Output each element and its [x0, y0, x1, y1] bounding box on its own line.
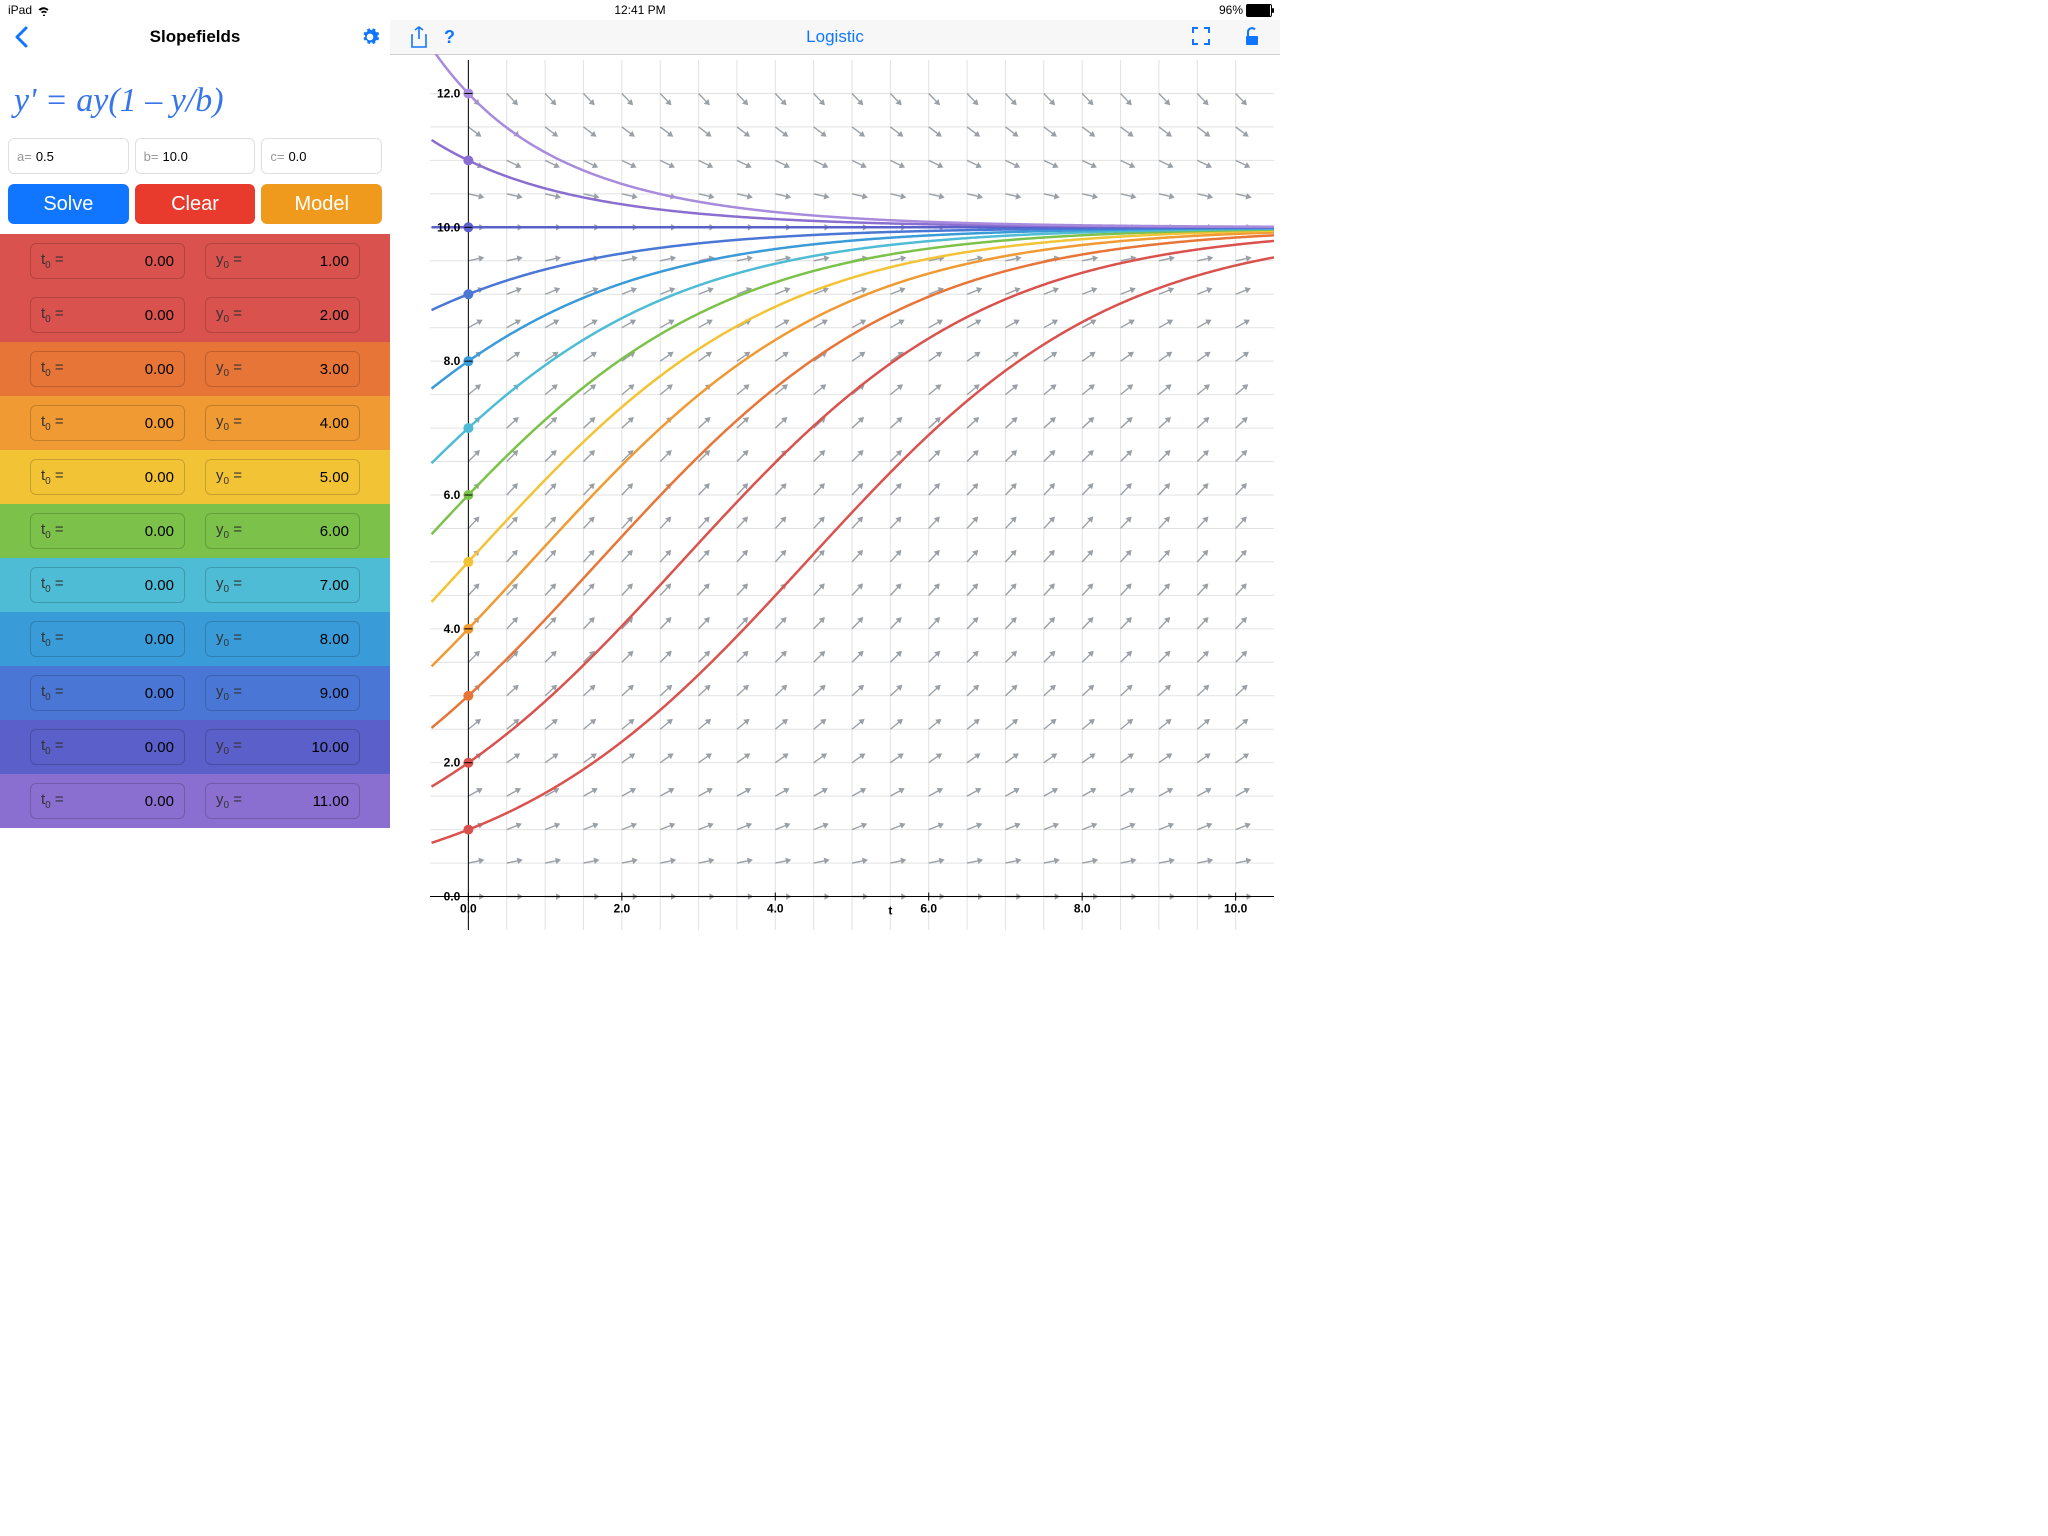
param-a[interactable]: a=0.5 [8, 138, 129, 174]
sidebar: y' = ay(1 – y/b) a=0.5 b=10.0 c=0.0 Solv… [0, 54, 390, 960]
y0-field[interactable]: y0 =11.00 [205, 783, 360, 819]
share-button[interactable] [402, 26, 436, 48]
ic-row: t0 =0.00 y0 =7.00 [0, 558, 390, 612]
svg-text:0.0: 0.0 [460, 902, 477, 916]
svg-text:12.0: 12.0 [437, 86, 461, 100]
svg-text:6.0: 6.0 [920, 902, 937, 916]
y0-field[interactable]: y0 =9.00 [205, 675, 360, 711]
t0-field[interactable]: t0 =0.00 [30, 297, 185, 333]
t0-field[interactable]: t0 =0.00 [30, 567, 185, 603]
svg-text:2.0: 2.0 [613, 902, 630, 916]
svg-text:6.0: 6.0 [444, 488, 461, 502]
page-title: Slopefields [150, 27, 241, 47]
settings-button[interactable] [360, 27, 380, 47]
y0-field[interactable]: y0 =10.00 [205, 729, 360, 765]
t0-field[interactable]: t0 =0.00 [30, 783, 185, 819]
svg-text:8.0: 8.0 [444, 354, 461, 368]
y0-field[interactable]: y0 =6.00 [205, 513, 360, 549]
t0-field[interactable]: t0 =0.00 [30, 729, 185, 765]
expand-button[interactable] [1184, 27, 1218, 47]
y0-field[interactable]: y0 =1.00 [205, 243, 360, 279]
y0-field[interactable]: y0 =3.00 [205, 351, 360, 387]
svg-text:4.0: 4.0 [444, 622, 461, 636]
ic-row: t0 =0.00 y0 =4.00 [0, 396, 390, 450]
ic-row: t0 =0.00 y0 =3.00 [0, 342, 390, 396]
svg-text:4.0: 4.0 [767, 902, 784, 916]
ic-row: t0 =0.00 y0 =6.00 [0, 504, 390, 558]
t0-field[interactable]: t0 =0.00 [30, 351, 185, 387]
t0-field[interactable]: t0 =0.00 [30, 459, 185, 495]
ic-row: t0 =0.00 y0 =9.00 [0, 666, 390, 720]
equation: y' = ay(1 – y/b) [0, 54, 390, 138]
svg-text:t: t [888, 904, 892, 918]
y0-field[interactable]: y0 =4.00 [205, 405, 360, 441]
t0-field[interactable]: t0 =0.00 [30, 243, 185, 279]
lock-button[interactable] [1236, 27, 1268, 47]
ic-row: t0 =0.00 y0 =8.00 [0, 612, 390, 666]
svg-text:10.0: 10.0 [1224, 902, 1248, 916]
ic-row: t0 =0.00 y0 =2.00 [0, 288, 390, 342]
y0-field[interactable]: y0 =2.00 [205, 297, 360, 333]
nav-bar: Slopefields ? Logistic [0, 20, 1280, 55]
param-b[interactable]: b=10.0 [135, 138, 256, 174]
help-button[interactable]: ? [436, 27, 463, 48]
ic-row: t0 =0.00 y0 =10.00 [0, 720, 390, 774]
back-button[interactable] [0, 26, 42, 48]
ic-row: t0 =0.00 y0 =11.00 [0, 774, 390, 828]
chart-title[interactable]: Logistic [806, 27, 864, 47]
battery-percent: 96% [1219, 3, 1243, 17]
ic-row: t0 =0.00 y0 =1.00 [0, 234, 390, 288]
clock: 12:41 PM [614, 3, 665, 17]
t0-field[interactable]: t0 =0.00 [30, 621, 185, 657]
svg-text:2.0: 2.0 [444, 756, 461, 770]
battery-icon [1246, 4, 1272, 17]
device-label: iPad [8, 3, 32, 17]
wifi-icon [37, 5, 51, 16]
t0-field[interactable]: t0 =0.00 [30, 405, 185, 441]
status-bar: iPad 12:41 PM 96% [0, 0, 1280, 20]
svg-text:10.0: 10.0 [437, 220, 461, 234]
solve-button[interactable]: Solve [8, 184, 129, 224]
plot-area[interactable]: 0.0 2.0 4.0 6.0 8.0 10.0 0.0 2.0 4.0 6.0 8.0 10.0 12… [390, 54, 1280, 960]
y0-field[interactable]: y0 =8.00 [205, 621, 360, 657]
param-c[interactable]: c=0.0 [261, 138, 382, 174]
y0-field[interactable]: y0 =7.00 [205, 567, 360, 603]
clear-button[interactable]: Clear [135, 184, 256, 224]
t0-field[interactable]: t0 =0.00 [30, 675, 185, 711]
model-button[interactable]: Model [261, 184, 382, 224]
svg-text:0.0: 0.0 [444, 890, 461, 904]
svg-text:8.0: 8.0 [1074, 902, 1091, 916]
t0-field[interactable]: t0 =0.00 [30, 513, 185, 549]
ic-row: t0 =0.00 y0 =5.00 [0, 450, 390, 504]
y0-field[interactable]: y0 =5.00 [205, 459, 360, 495]
